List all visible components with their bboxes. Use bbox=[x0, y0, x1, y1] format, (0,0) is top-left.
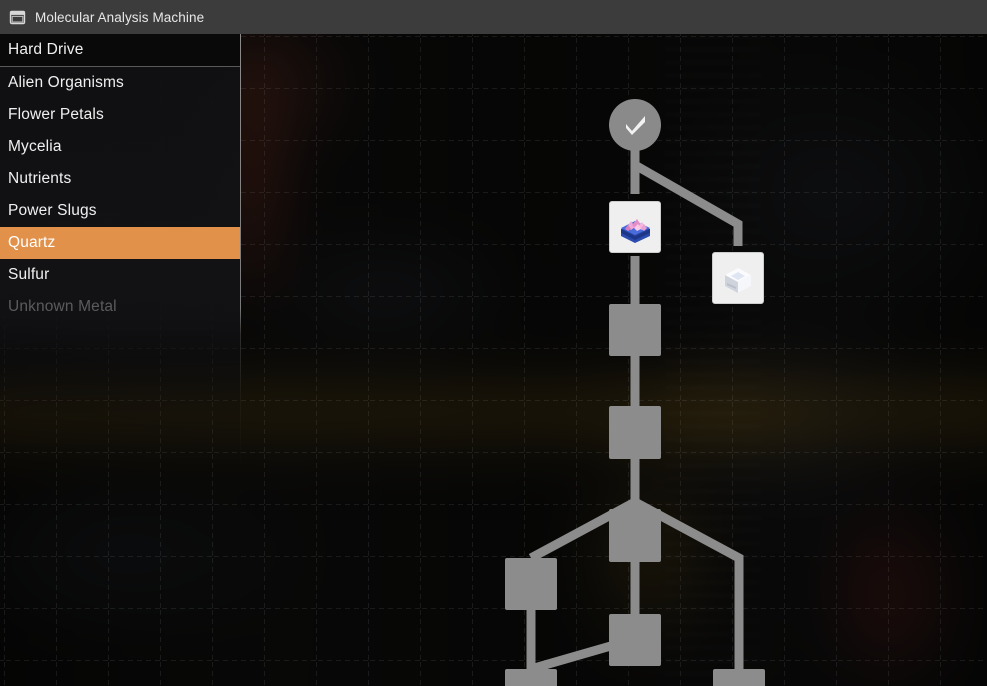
tech-node-root[interactable] bbox=[609, 99, 661, 151]
sidebar-item-label: Alien Organisms bbox=[8, 74, 124, 91]
sidebar-item-label: Nutrients bbox=[8, 170, 72, 187]
sidebar-item-label: Unknown Metal bbox=[8, 298, 117, 315]
sidebar-item-label: Flower Petals bbox=[8, 106, 104, 123]
sidebar-divider bbox=[240, 34, 241, 686]
tech-node-locked-mid-4[interactable] bbox=[609, 614, 661, 666]
sidebar-item-label: Power Slugs bbox=[8, 202, 97, 219]
tech-node-locked-mid-1[interactable] bbox=[609, 304, 661, 356]
tech-node-locked-left-2[interactable] bbox=[505, 669, 557, 686]
tech-node-locked-right-1[interactable] bbox=[713, 669, 765, 686]
tech-node-locked-mid-2[interactable] bbox=[609, 406, 661, 459]
sidebar-item-quartz[interactable]: Quartz bbox=[0, 227, 240, 259]
sidebar-item-label: Mycelia bbox=[8, 138, 62, 155]
category-sidebar: Hard Drive Alien Organisms Flower Petals… bbox=[0, 34, 241, 686]
sidebar-item-unknown-metal: Unknown Metal bbox=[0, 291, 240, 323]
sidebar-item-hard-drive[interactable]: Hard Drive bbox=[0, 34, 240, 66]
silica-cube-icon bbox=[725, 268, 751, 293]
sidebar-item-label: Hard Drive bbox=[8, 41, 84, 58]
sidebar-item-sulfur[interactable]: Sulfur bbox=[0, 259, 240, 291]
sidebar-item-label: Quartz bbox=[8, 234, 56, 251]
quartz-crate-icon bbox=[621, 219, 650, 243]
tech-node-locked-mid-3[interactable] bbox=[609, 509, 661, 562]
checkmark-icon bbox=[626, 116, 645, 135]
sidebar-item-label: Sulfur bbox=[8, 266, 50, 283]
window-title: Molecular Analysis Machine bbox=[35, 9, 205, 25]
tech-node-quartz-crate[interactable] bbox=[609, 201, 661, 253]
window-titlebar: Molecular Analysis Machine bbox=[0, 0, 987, 34]
tech-node-locked-left-1[interactable] bbox=[505, 558, 557, 610]
sidebar-item-alien-organisms[interactable]: Alien Organisms bbox=[0, 67, 240, 99]
molecular-analysis-machine-window: Molecular Analysis Machine Hard Drive Al… bbox=[0, 0, 987, 686]
sidebar-item-nutrients[interactable]: Nutrients bbox=[0, 163, 240, 195]
sidebar-item-mycelia[interactable]: Mycelia bbox=[0, 131, 240, 163]
sidebar-item-flower-petals[interactable]: Flower Petals bbox=[0, 99, 240, 131]
sidebar-item-power-slugs[interactable]: Power Slugs bbox=[0, 195, 240, 227]
window-app-icon bbox=[9, 10, 26, 24]
tech-node-silica-cube[interactable] bbox=[712, 252, 764, 304]
